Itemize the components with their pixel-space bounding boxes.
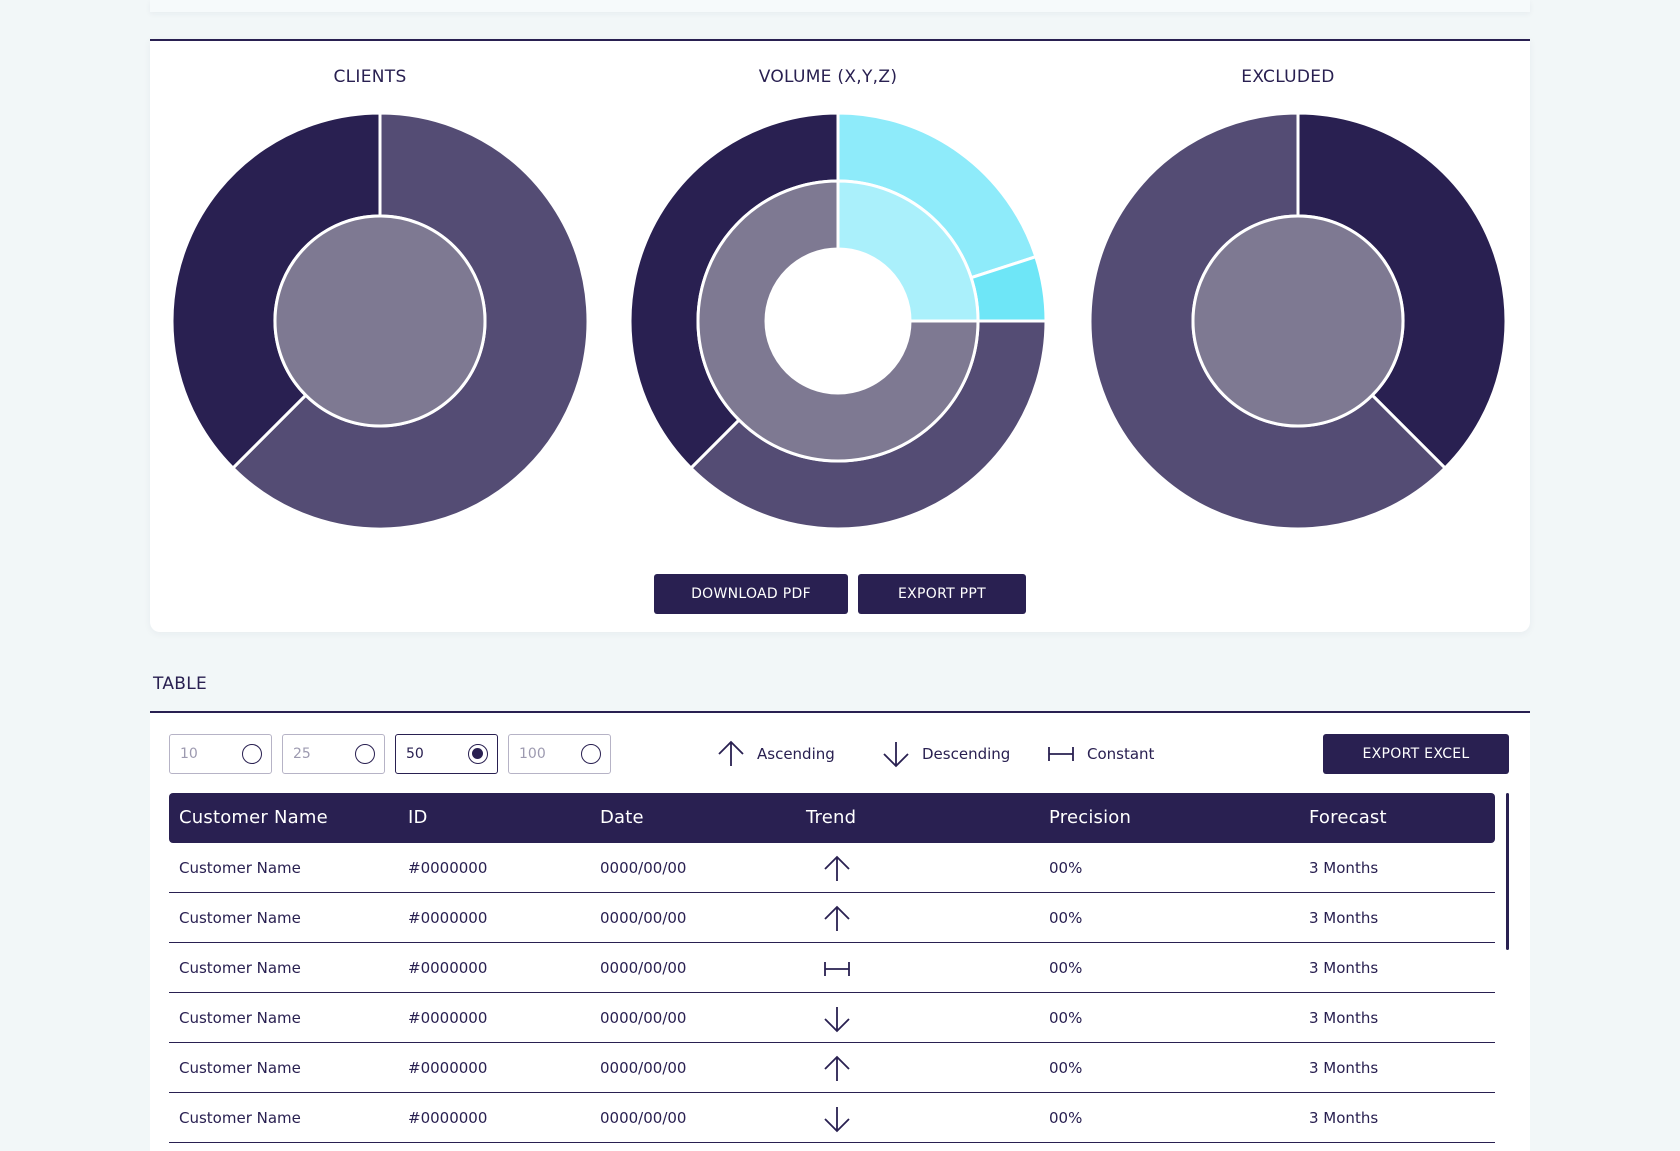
chart-title-volume: VOLUME (X,Y,Z) (758, 67, 898, 87)
arrow-up-icon (821, 854, 853, 884)
cell-forecast: 3 Months (1309, 909, 1379, 927)
charts-card: CLIENTS VOLUME (X,Y,Z) EXCLUDED DOWNLOAD… (150, 39, 1530, 632)
volume-donut-chart (628, 111, 1048, 531)
legend-descending: Descending (880, 737, 1010, 771)
page-size-100-option[interactable]: 100 (508, 734, 611, 774)
cell-date: 0000/00/00 (600, 1009, 687, 1027)
arrow-down-icon (883, 742, 909, 768)
page-size-label: 50 (406, 746, 424, 762)
radio-selected-icon[interactable] (468, 744, 488, 764)
page-size-10-option[interactable]: 10 (169, 734, 272, 774)
download-pdf-button[interactable]: DOWNLOAD PDF (654, 574, 848, 614)
cell-forecast: 3 Months (1309, 859, 1379, 877)
cell-date: 0000/00/00 (600, 909, 687, 927)
table-header-row: Customer Name ID Date Trend Precision Fo… (169, 793, 1495, 843)
arrow-up-icon (821, 904, 853, 934)
table-row[interactable]: Customer Name #0000000 0000/00/00 00% 3 … (169, 993, 1495, 1043)
cell-precision: 00% (1049, 1059, 1083, 1077)
legend-ascending-label: Ascending (757, 745, 835, 763)
export-ppt-button[interactable]: EXPORT PPT (858, 574, 1026, 614)
cell-forecast: 3 Months (1309, 1109, 1379, 1127)
cell-precision: 00% (1049, 959, 1083, 977)
arrow-down-icon (821, 1004, 853, 1034)
cell-forecast: 3 Months (1309, 1009, 1379, 1027)
cell-date: 0000/00/00 (600, 1109, 687, 1127)
radio-icon[interactable] (355, 744, 375, 764)
header-customer-name[interactable]: Customer Name (179, 807, 328, 828)
table-row[interactable]: Customer Name #0000000 0000/00/00 00% 3 … (169, 1093, 1495, 1143)
clients-donut-chart (170, 111, 590, 531)
cell-customer-name: Customer Name (179, 1059, 301, 1077)
legend-ascending: Ascending (715, 737, 835, 771)
cell-date: 0000/00/00 (600, 1059, 687, 1077)
table-row[interactable]: Customer Name #0000000 0000/00/00 00% 3 … (169, 893, 1495, 943)
page-size-25-option[interactable]: 25 (282, 734, 385, 774)
table-row[interactable]: Customer Name #0000000 0000/00/00 00% 3 … (169, 943, 1495, 993)
cell-customer-name: Customer Name (179, 859, 301, 877)
header-precision[interactable]: Precision (1049, 807, 1131, 828)
donut-2-inner-slice-0 (1191, 214, 1405, 428)
cell-id: #0000000 (408, 959, 488, 977)
previous-card-edge (150, 0, 1530, 12)
cell-customer-name: Customer Name (179, 909, 301, 927)
table-card: 10 25 50 100 Ascending Descending Consta… (150, 711, 1530, 1151)
constant-icon (1048, 747, 1074, 761)
header-forecast[interactable]: Forecast (1309, 807, 1387, 828)
header-id[interactable]: ID (408, 807, 428, 828)
cell-precision: 00% (1049, 1109, 1083, 1127)
cell-id: #0000000 (408, 859, 488, 877)
cell-id: #0000000 (408, 1059, 488, 1077)
table-section-title: TABLE (153, 674, 208, 694)
legend-constant-label: Constant (1087, 745, 1155, 763)
table-row[interactable]: Customer Name #0000000 0000/00/00 00% 3 … (169, 843, 1495, 893)
cell-forecast: 3 Months (1309, 1059, 1379, 1077)
table-scrollbar[interactable] (1506, 793, 1509, 950)
constant-icon (821, 954, 853, 984)
radio-icon[interactable] (242, 744, 262, 764)
header-trend[interactable]: Trend (806, 807, 856, 828)
legend-constant: Constant (1045, 737, 1154, 771)
export-excel-button[interactable]: EXPORT EXCEL (1323, 734, 1509, 774)
table-row[interactable]: Customer Name #0000000 0000/00/00 00% 3 … (169, 1043, 1495, 1093)
donut-0-inner-slice-0 (273, 214, 487, 428)
page-size-50-option[interactable]: 50 (395, 734, 498, 774)
cell-id: #0000000 (408, 909, 488, 927)
arrow-up-icon (718, 740, 744, 766)
page-size-label: 25 (293, 746, 311, 762)
cell-customer-name: Customer Name (179, 1109, 301, 1127)
chart-title-clients: CLIENTS (333, 67, 407, 87)
cell-id: #0000000 (408, 1109, 488, 1127)
cell-precision: 00% (1049, 859, 1083, 877)
header-date[interactable]: Date (600, 807, 644, 828)
cell-date: 0000/00/00 (600, 859, 687, 877)
legend-descending-label: Descending (922, 745, 1011, 763)
cell-customer-name: Customer Name (179, 959, 301, 977)
cell-precision: 00% (1049, 1009, 1083, 1027)
excluded-donut-chart (1088, 111, 1508, 531)
page-size-label: 10 (180, 746, 198, 762)
cell-precision: 00% (1049, 909, 1083, 927)
cell-customer-name: Customer Name (179, 1009, 301, 1027)
cell-date: 0000/00/00 (600, 959, 687, 977)
cell-id: #0000000 (408, 1009, 488, 1027)
arrow-down-icon (821, 1104, 853, 1134)
page-size-label: 100 (519, 746, 546, 762)
chart-title-excluded: EXCLUDED (1241, 67, 1335, 87)
cell-forecast: 3 Months (1309, 959, 1379, 977)
arrow-up-icon (821, 1054, 853, 1084)
radio-icon[interactable] (581, 744, 601, 764)
